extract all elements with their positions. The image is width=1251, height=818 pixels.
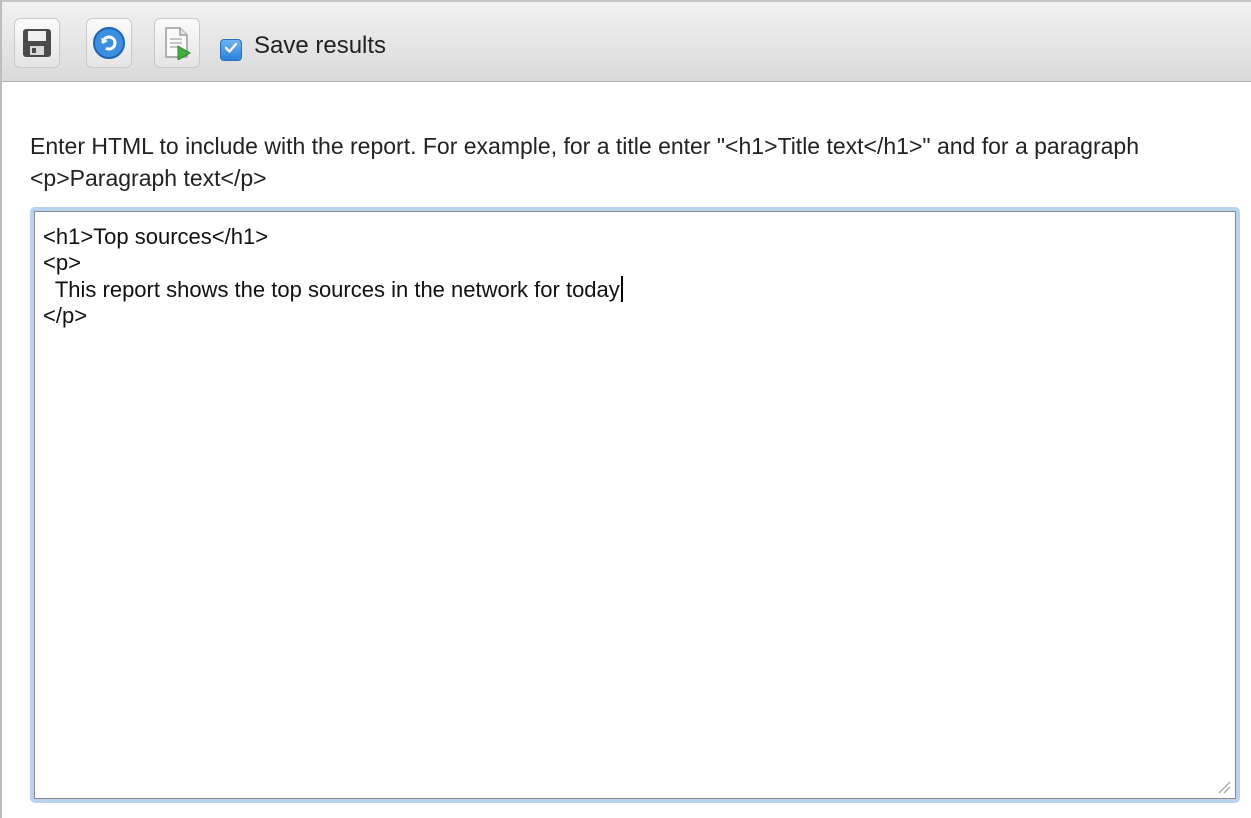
- editor-line: <p>: [43, 250, 81, 275]
- editor-frame: <h1>Top sources</h1> <p> This report sho…: [34, 211, 1236, 799]
- refresh-button[interactable]: [86, 18, 132, 68]
- editor-line: <h1>Top sources</h1>: [43, 224, 269, 249]
- refresh-icon: [92, 26, 126, 60]
- instructions-text: Enter HTML to include with the report. F…: [30, 133, 1139, 191]
- save-results-label[interactable]: Save results: [254, 32, 386, 60]
- run-report-icon: [161, 26, 193, 60]
- save-button[interactable]: [14, 18, 60, 68]
- run-report-button[interactable]: [154, 18, 200, 68]
- editor-line: This report shows the top sources in the…: [43, 277, 620, 302]
- report-html-panel: Save results Enter HTML to include with …: [0, 0, 1251, 818]
- resize-grip-icon[interactable]: [1215, 778, 1231, 794]
- text-caret: [620, 276, 623, 302]
- editor-line: </p>: [43, 303, 88, 328]
- html-editor-textarea[interactable]: <h1>Top sources</h1> <p> This report sho…: [30, 207, 1240, 803]
- checkmark-icon: [224, 41, 238, 60]
- save-icon: [21, 27, 53, 59]
- toolbar: Save results: [2, 0, 1251, 82]
- save-results-checkbox[interactable]: [220, 39, 242, 61]
- editor-content[interactable]: <h1>Top sources</h1> <p> This report sho…: [43, 224, 623, 329]
